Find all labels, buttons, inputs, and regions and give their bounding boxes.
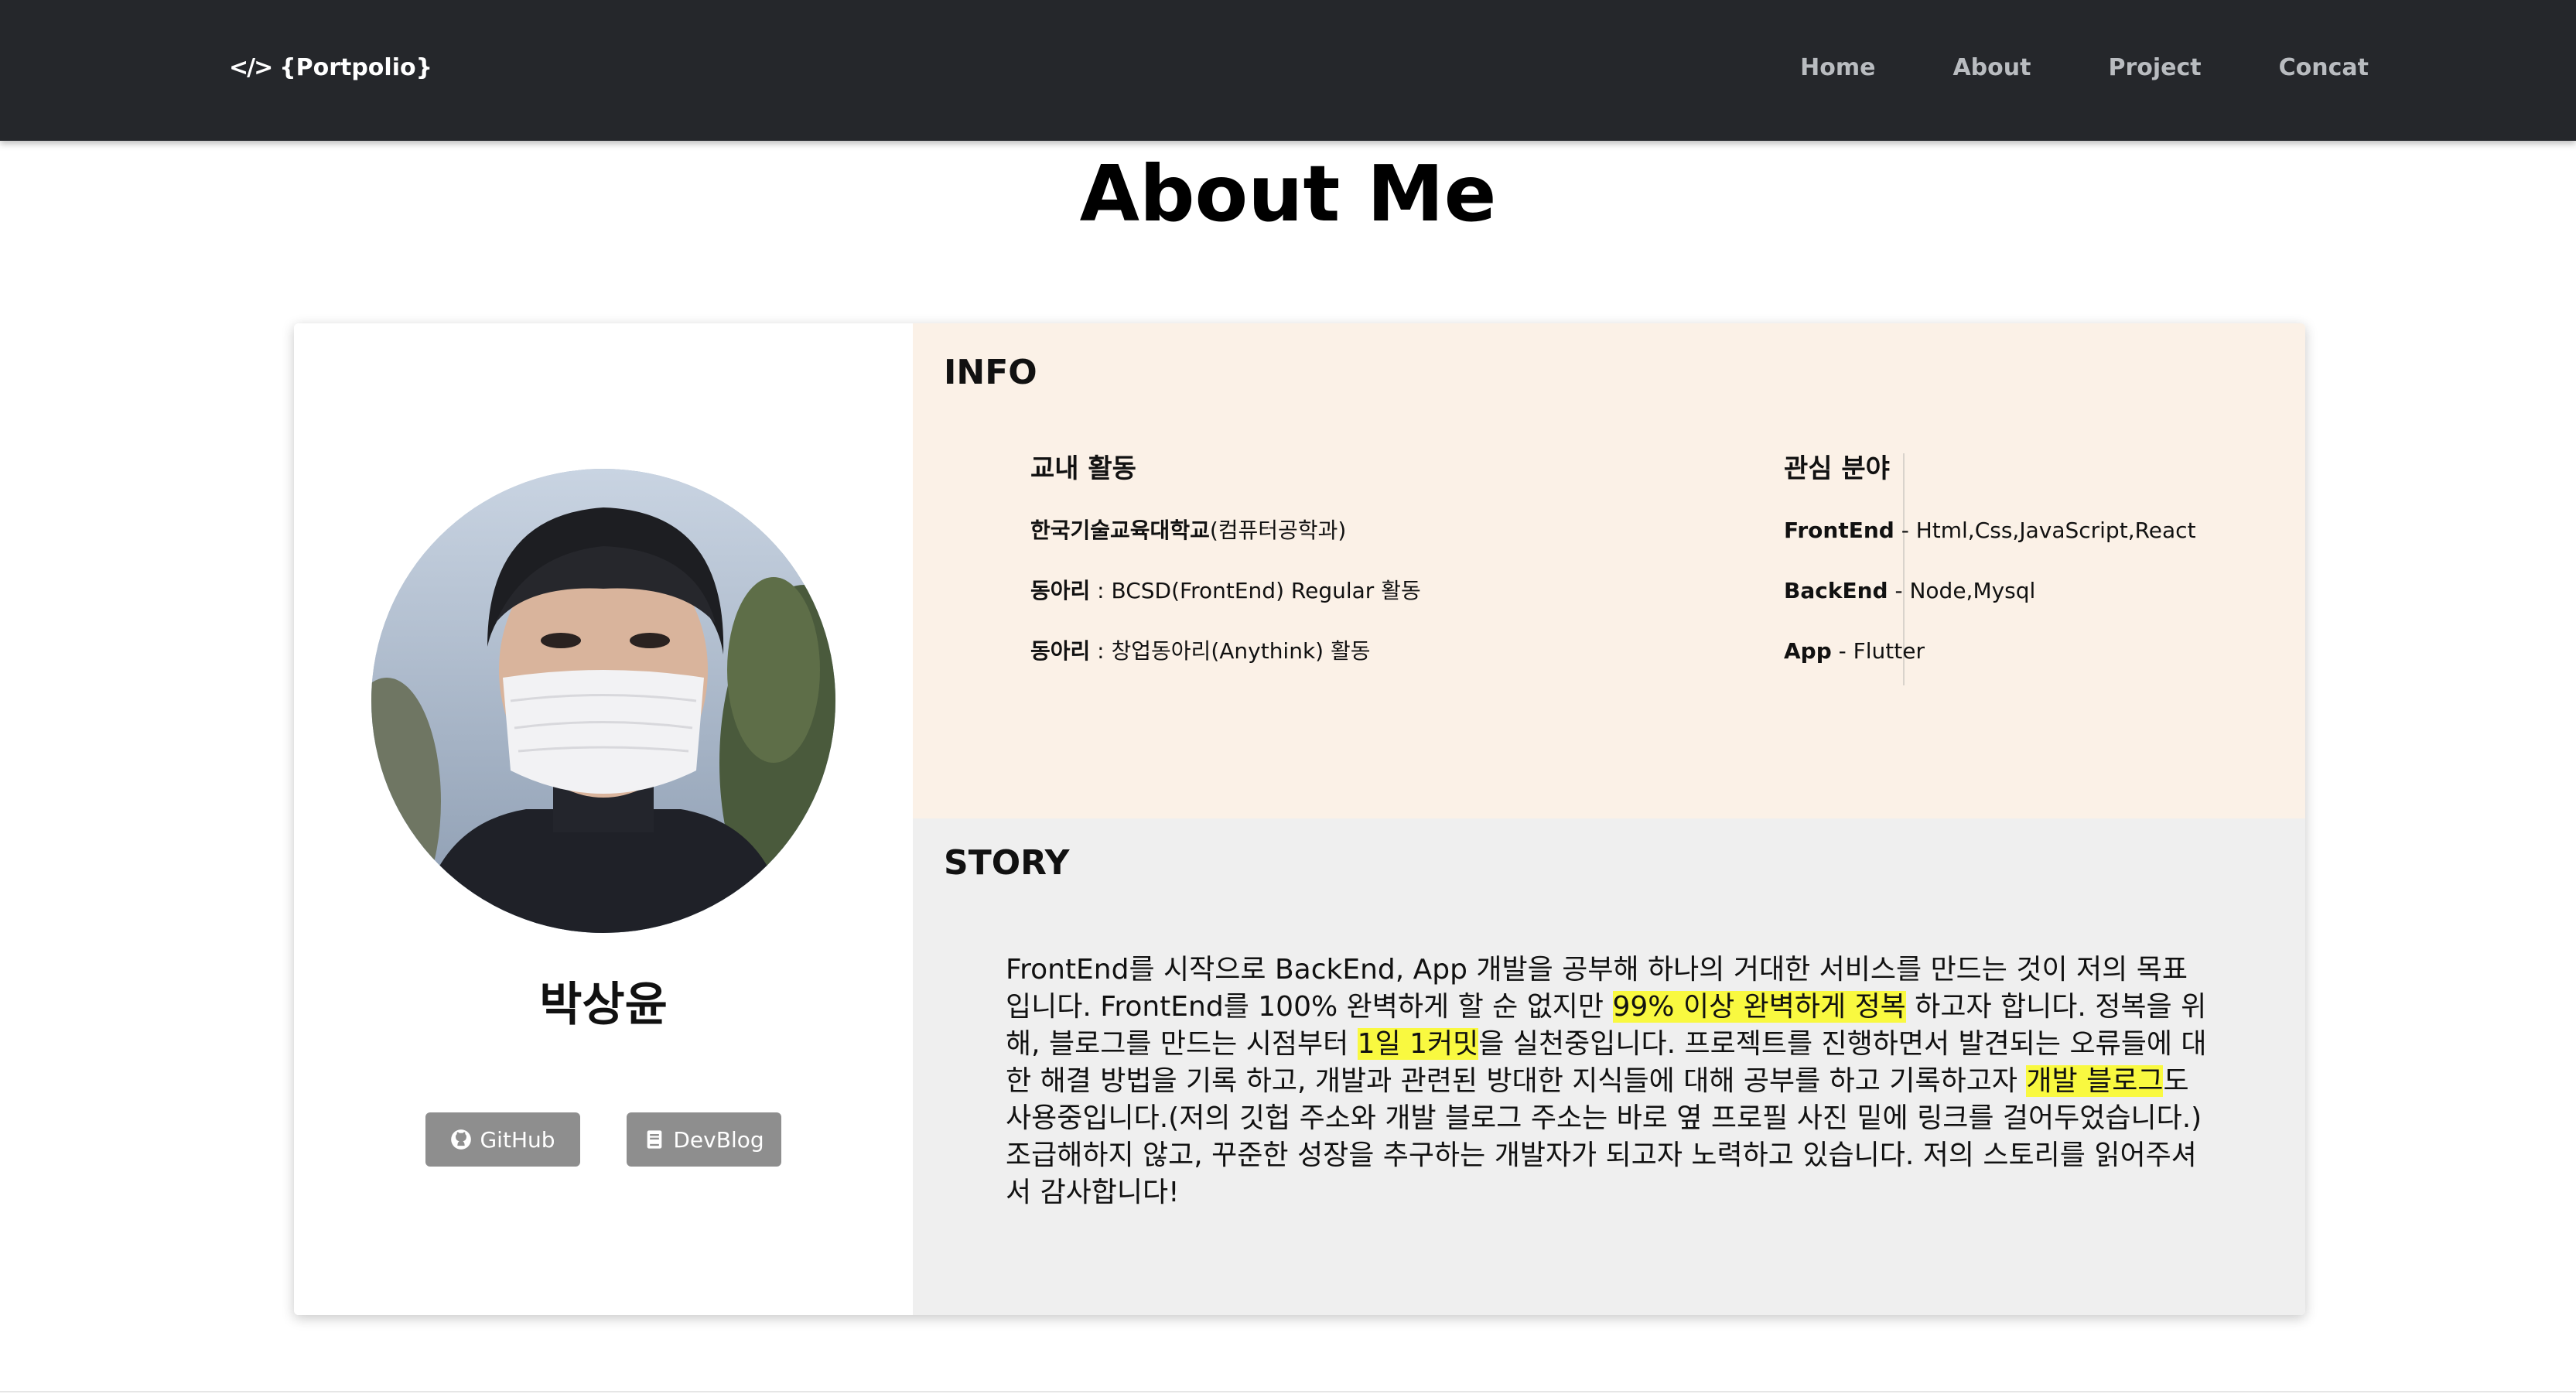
story-text: FrontEnd를 시작으로 BackEnd, App 개발을 공부해 하나의 … bbox=[1006, 952, 2212, 1211]
devblog-button-label: DevBlog bbox=[673, 1126, 764, 1153]
nav-link-about[interactable]: About bbox=[1952, 54, 2031, 81]
brand-logo[interactable]: </> {Portpolio} bbox=[229, 48, 432, 87]
story-highlight: 99% 이상 완벽하게 정복 bbox=[1612, 991, 1906, 1023]
interest-fields: 관심 분야 FrontEnd - Html,Css,JavaScript,Rea… bbox=[1784, 452, 2196, 696]
interest-fields-heading: 관심 분야 bbox=[1784, 453, 1890, 484]
info-item: 동아리 : BCSD(FrontEnd) Regular 활동 bbox=[1030, 578, 1421, 603]
school-activities: 교내 활동 한국기술교육대학교(컴퓨터공학과) 동아리 : BCSD(Front… bbox=[1030, 452, 1421, 696]
info-item: 한국기술교육대학교(컴퓨터공학과) bbox=[1030, 518, 1347, 543]
navbar: </> {Portpolio} Home About Project Conca… bbox=[0, 0, 2576, 141]
nav-link-home[interactable]: Home bbox=[1800, 54, 1875, 81]
story-title: STORY bbox=[944, 843, 1070, 883]
info-section: INFO 교내 활동 한국기술교육대학교(컴퓨터공학과) 동아리 : BCSD(… bbox=[913, 323, 2305, 818]
page-title: About Me bbox=[1079, 149, 1497, 239]
github-button-label: GitHub bbox=[480, 1126, 555, 1153]
profile-photo bbox=[371, 469, 835, 933]
info-item: App - Flutter bbox=[1784, 638, 1925, 664]
nav-links: Home About Project Concat bbox=[1800, 46, 2369, 88]
book-icon bbox=[647, 1130, 662, 1149]
info-item: 동아리 : 창업동아리(Anythink) 활동 bbox=[1030, 638, 1371, 664]
story-section: STORY FrontEnd를 시작으로 BackEnd, App 개발을 공부… bbox=[913, 818, 2305, 1315]
github-icon bbox=[451, 1129, 472, 1150]
footer-divider bbox=[0, 1391, 2576, 1392]
info-item: FrontEnd - Html,Css,JavaScript,React bbox=[1784, 518, 2196, 543]
github-button[interactable]: GitHub bbox=[425, 1112, 580, 1167]
devblog-button[interactable]: DevBlog bbox=[627, 1112, 781, 1167]
code-icon: </> bbox=[229, 53, 273, 81]
story-highlight: 1일 1커밋 bbox=[1357, 1028, 1479, 1060]
nav-link-contact[interactable]: Concat bbox=[2279, 54, 2369, 81]
school-activities-heading: 교내 활동 bbox=[1030, 453, 1136, 484]
avatar bbox=[371, 469, 835, 933]
nav-link-project[interactable]: Project bbox=[2108, 54, 2201, 81]
brand-text: {Portpolio} bbox=[279, 53, 432, 81]
info-title: INFO bbox=[944, 353, 1037, 392]
about-card: 박상윤 GitHub DevBlog INFO 교내 활동 한국기술교육대학교(… bbox=[294, 323, 2305, 1315]
info-item: BackEnd - Node,Mysql bbox=[1784, 578, 2036, 603]
profile-panel: 박상윤 GitHub DevBlog bbox=[294, 323, 913, 1315]
story-highlight: 개발 블로그 bbox=[2026, 1065, 2164, 1097]
profile-name: 박상윤 bbox=[539, 978, 668, 1032]
